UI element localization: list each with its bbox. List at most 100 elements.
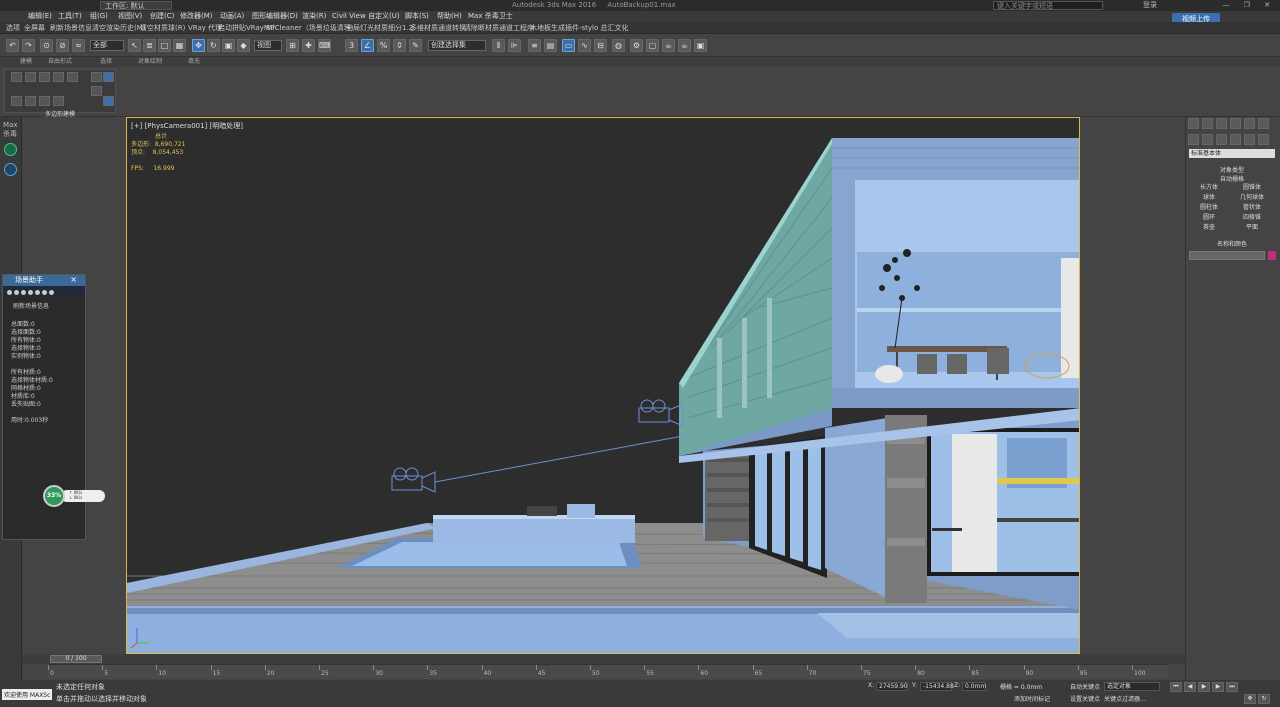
maxscript-listener[interactable]: 欢迎使用 MAXSc (2, 689, 53, 700)
menu-item[interactable]: 编辑(E) (28, 11, 52, 22)
primitive-button[interactable]: 管状体 (1233, 203, 1271, 212)
snaps-toggle-icon[interactable]: 3 (345, 39, 358, 52)
menu-item[interactable]: 渲染(R) (302, 11, 326, 22)
tool-dot-icon[interactable] (21, 290, 26, 295)
lights-icon[interactable] (1216, 134, 1227, 145)
ribbon-tool-icon[interactable] (39, 72, 50, 82)
plugin-button[interactable]: 选项 (6, 22, 20, 34)
undo-icon[interactable]: ↶ (6, 39, 19, 52)
plugin-button[interactable]: 全屏幕 (24, 22, 45, 34)
primitive-button[interactable]: 圆环 (1190, 213, 1228, 222)
auto-key-label[interactable]: 自动关键点 (1070, 682, 1100, 691)
move-icon[interactable]: ✥ (192, 39, 205, 52)
bind-spacewarp-icon[interactable]: ≈ (72, 39, 85, 52)
plugin-button[interactable]: 刷新场景信息 (50, 22, 92, 34)
ribbon-tool-icon[interactable] (91, 72, 102, 82)
search-input[interactable]: 键入关键字或短语 (993, 1, 1103, 10)
spacewarps-icon[interactable] (1258, 134, 1269, 145)
goto-start-icon[interactable]: ⏮ (1170, 682, 1182, 692)
display-tab-icon[interactable] (1244, 118, 1255, 129)
render-iterative-icon[interactable]: ☕ (678, 39, 691, 52)
angle-snap-icon[interactable]: ∠ (361, 39, 374, 52)
named-selection-dropdown[interactable]: 创建选择集 (428, 40, 486, 51)
primitive-button[interactable]: 长方体 (1190, 183, 1228, 192)
x-coordinate-field[interactable]: 27459.90 (876, 682, 908, 691)
performance-widget[interactable]: ↑ 0K/s ↓ 0K/s 33% (41, 483, 106, 507)
menu-item[interactable]: 图形编辑器(D) (252, 11, 298, 22)
ribbon-tool-icon[interactable] (25, 72, 36, 82)
selection-filter-dropdown[interactable]: 全部 (90, 40, 124, 51)
primitive-button[interactable]: 圆柱体 (1190, 203, 1228, 212)
rect-selection-icon[interactable]: □ (158, 39, 171, 52)
ribbon-group-label[interactable]: 多边形建模 (45, 109, 75, 118)
ribbon-tool-icon[interactable] (25, 96, 36, 106)
tool-dot-icon[interactable] (49, 290, 54, 295)
plugin-button[interactable]: 清除断材质通道工程序 (464, 22, 534, 34)
unlink-icon[interactable]: ⊘ (56, 39, 69, 52)
zoom-icon[interactable]: ✥ (1244, 694, 1256, 704)
workspace-dropdown[interactable]: 工作区: 默认 (100, 1, 172, 10)
geometry-type-dropdown[interactable]: 标准基本体 (1189, 149, 1275, 158)
hierarchy-tab-icon[interactable] (1216, 118, 1227, 129)
object-name-input[interactable] (1189, 251, 1265, 260)
modify-tab-icon[interactable] (1202, 118, 1213, 129)
plugin-button[interactable]: 清空材质球(R) (140, 22, 185, 34)
tool-dot-icon[interactable] (35, 290, 40, 295)
tool-dot-icon[interactable] (42, 290, 47, 295)
plugin-button[interactable]: 清空渲染历史(M) (92, 22, 146, 34)
orbit-icon[interactable]: ↻ (1258, 694, 1270, 704)
geometry-icon[interactable] (1188, 134, 1199, 145)
redo-icon[interactable]: ↷ (22, 39, 35, 52)
login-link[interactable]: 登录 (1143, 0, 1157, 11)
ribbon-tool-icon[interactable] (53, 72, 64, 82)
link-icon[interactable]: ⊙ (40, 39, 53, 52)
menu-item[interactable]: 动画(A) (220, 11, 244, 22)
name-color-header[interactable]: 名称和颜色 (1189, 239, 1275, 248)
ribbon-tool-icon[interactable] (91, 86, 102, 96)
z-coordinate-field[interactable]: 0.0mm (962, 682, 986, 691)
tab-freeform[interactable]: 自由形式 (48, 57, 72, 67)
layer-explorer-icon[interactable]: ≡ (528, 39, 541, 52)
window-controls[interactable]: — ❐ ✕ (1222, 0, 1276, 11)
close-icon[interactable]: × (70, 275, 77, 284)
goto-end-icon[interactable]: ⏭ (1226, 682, 1238, 692)
ribbon-tool-icon[interactable] (11, 72, 22, 82)
perspective-viewport[interactable]: [+] [PhysCamera001] [明暗处理] 总计 多边形: 8,690… (126, 117, 1080, 654)
object-color-swatch[interactable] (1268, 251, 1276, 260)
menu-item[interactable]: 工具(T) (58, 11, 82, 22)
scale-icon[interactable]: ▣ (222, 39, 235, 52)
key-mode-dropdown[interactable]: 选定对象 (1104, 682, 1160, 691)
refresh-scene-info[interactable]: 刷新场景信息 (13, 303, 77, 311)
ribbon-tool-icon[interactable] (11, 96, 22, 106)
tool-dot-icon[interactable] (14, 290, 19, 295)
ribbon-tool-icon[interactable] (103, 96, 114, 106)
tab-populate[interactable]: 填充 (188, 57, 200, 67)
motion-tab-icon[interactable] (1230, 118, 1241, 129)
prev-frame-icon[interactable]: ◀ (1184, 682, 1196, 692)
select-manipulate-icon[interactable]: ✚ (302, 39, 315, 52)
primitive-button[interactable]: 四棱锥 (1233, 213, 1271, 222)
plugin-button[interactable]: SPCleaner（场景垃圾清理） (266, 22, 358, 34)
ribbon-tool-icon[interactable] (53, 96, 64, 106)
material-editor-icon[interactable]: ◍ (612, 39, 625, 52)
pivot-center-icon[interactable]: ⊞ (286, 39, 299, 52)
viewport-label[interactable]: [+] [PhysCamera001] [明暗处理] (131, 121, 243, 131)
menu-item[interactable]: 组(G) (90, 11, 108, 22)
render-production-icon[interactable]: ☕ (662, 39, 675, 52)
render-setup-icon[interactable]: ⚙ (630, 39, 643, 52)
object-type-header[interactable]: 对象类型 (1189, 165, 1275, 174)
track-bar[interactable]: 0 5 10 15 20 25 30 35 40 45 50 55 60 65 70 75 80 85 90 95 10… (48, 664, 1168, 679)
menu-item[interactable]: Max 杀毒卫士 (468, 11, 513, 22)
shield-check-icon[interactable] (4, 143, 17, 156)
spinner-snap-icon[interactable]: ⇕ (393, 39, 406, 52)
cameras-icon[interactable] (1230, 134, 1241, 145)
tool-dot-icon[interactable] (28, 290, 33, 295)
ribbon-tool-icon[interactable] (67, 72, 78, 82)
y-coordinate-field[interactable]: -15434.88 (920, 682, 954, 691)
utilities-tab-icon[interactable] (1258, 118, 1269, 129)
add-time-tag[interactable]: 添加时间标记 (1014, 694, 1050, 703)
shield-icon[interactable] (4, 163, 17, 176)
create-tab-icon[interactable] (1188, 118, 1199, 129)
plugin-button[interactable]: 多维材质通道转换 (410, 22, 466, 34)
next-frame-icon[interactable]: ▶ (1212, 682, 1224, 692)
